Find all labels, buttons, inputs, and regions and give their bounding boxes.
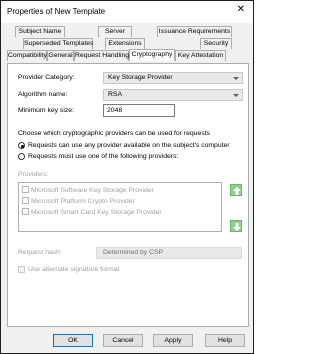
arrow-down-icon — [233, 223, 241, 231]
dialog-window: Properties of New Template ✕ Subject Nam… — [0, 0, 254, 354]
radio-any-provider-label[interactable]: Requests can use any provider available … — [28, 142, 230, 149]
move-up-button[interactable] — [230, 184, 242, 196]
providers-label: Providers: — [18, 171, 49, 178]
provider-category-label: Provider Category: — [18, 74, 75, 81]
window-title: Properties of New Template — [7, 7, 106, 16]
choose-providers-text: Choose which cryptographic providers can… — [18, 130, 210, 137]
tab-cryptography[interactable]: Cryptography — [129, 49, 175, 61]
arrow-up-icon — [233, 187, 241, 195]
title-bar: Properties of New Template ✕ — [1, 1, 253, 23]
tab-security[interactable]: Security — [200, 38, 232, 49]
min-key-label: Minimum key size: — [18, 107, 74, 114]
min-key-input[interactable]: 2048 — [103, 104, 175, 117]
tab-compatibility[interactable]: Compatibility — [7, 50, 47, 61]
tab-extensions[interactable]: Extensions — [105, 38, 145, 49]
checkbox — [22, 186, 29, 193]
checkbox — [22, 197, 29, 204]
list-item: Microsoft Platform Crypto Provider — [22, 197, 135, 207]
list-item: Microsoft Smart Card Key Storage Provide… — [22, 208, 162, 218]
tab-server[interactable]: Server — [98, 26, 132, 37]
alt-signature-label: Use alternate signature format — [28, 266, 120, 273]
tab-general[interactable]: General — [47, 50, 74, 61]
chevron-down-icon — [233, 77, 239, 80]
ok-button[interactable]: OK — [53, 334, 93, 347]
tab-strip: Subject Name Server Issuance Requirement… — [7, 26, 249, 64]
providers-list: Microsoft Software Key Storage Provider … — [18, 182, 222, 232]
chevron-down-icon — [233, 94, 239, 97]
help-button[interactable]: Help — [205, 334, 245, 347]
list-item: Microsoft Software Key Storage Provider — [22, 186, 154, 196]
radio-specific-provider-label[interactable]: Requests must use one of the following p… — [28, 153, 178, 160]
cryptography-panel: Provider Category: Key Storage Provider … — [7, 63, 249, 327]
alt-signature-checkbox — [18, 266, 25, 273]
request-hash-field: Determined by CSP — [96, 247, 242, 259]
tab-issuance-requirements[interactable]: Issuance Requirements — [157, 26, 232, 37]
tab-request-handling[interactable]: Request Handling — [74, 50, 129, 61]
radio-any-provider[interactable] — [18, 142, 25, 149]
cancel-button[interactable]: Cancel — [103, 334, 143, 347]
checkbox — [22, 208, 29, 215]
move-down-button[interactable] — [230, 220, 242, 232]
tab-subject-name[interactable]: Subject Name — [15, 26, 65, 37]
radio-specific-provider[interactable] — [18, 153, 25, 160]
algorithm-label: Algorithm name: — [18, 91, 68, 98]
provider-category-value: Key Storage Provider — [108, 74, 173, 81]
tab-key-attestation[interactable]: Key Attestation — [175, 50, 226, 61]
tab-superseded-templates[interactable]: Superseded Templates — [23, 38, 93, 49]
close-icon[interactable]: ✕ — [237, 5, 245, 15]
apply-button[interactable]: Apply — [153, 334, 193, 347]
algorithm-value: RSA — [108, 91, 122, 98]
provider-category-select[interactable]: Key Storage Provider — [103, 72, 243, 84]
algorithm-select[interactable]: RSA — [103, 89, 243, 101]
request-hash-label: Request hash: — [18, 249, 62, 256]
